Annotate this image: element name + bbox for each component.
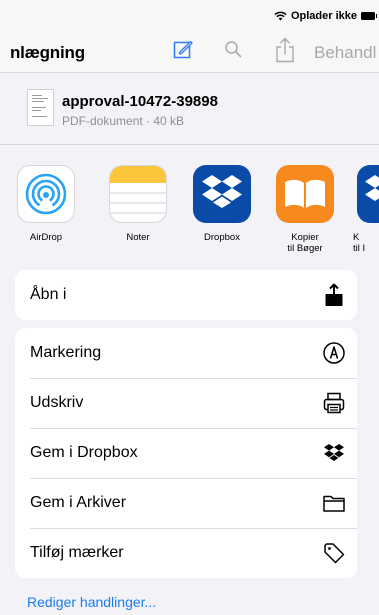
app-notes[interactable]: Noter <box>103 165 173 243</box>
action-open-in[interactable]: Åbn i <box>15 270 357 320</box>
app-dropbox[interactable]: Dropbox <box>187 165 257 243</box>
dropbox-icon <box>193 165 251 223</box>
app-row: AirDrop Noter Dropbox Kopier til Bøger K… <box>0 146 379 266</box>
notes-icon <box>109 165 167 223</box>
open-in-icon <box>325 283 343 306</box>
charging-status: Oplader ikke <box>290 10 357 22</box>
books-icon <box>276 165 334 223</box>
action-markup[interactable]: Markering <box>15 328 357 378</box>
app-label: Noter <box>126 232 150 243</box>
markup-icon <box>323 342 345 364</box>
actions-group: Markering Udskriv Gem i Dropbox Gem i Ar… <box>15 328 357 578</box>
action-label: Gem i Dropbox <box>30 444 138 461</box>
dropbox-icon <box>324 444 344 461</box>
app-label: AirDrop <box>29 232 63 243</box>
action-label: Gem i Arkiver <box>30 494 127 511</box>
action-label: Markering <box>30 344 102 361</box>
nav-action-button[interactable]: Behandl <box>314 43 376 63</box>
action-print[interactable]: Udskriv <box>15 378 357 428</box>
app-label: Kopier til Bøger <box>287 232 323 254</box>
action-save-files[interactable]: Gem i Arkiver <box>15 478 357 528</box>
action-save-dropbox[interactable]: Gem i Dropbox <box>15 428 357 478</box>
document-name: approval-10472-39898 <box>62 93 218 110</box>
edit-actions-link[interactable]: Rediger handlinger... <box>27 594 156 610</box>
search-icon[interactable] <box>224 40 242 58</box>
action-label: Åbn i <box>30 286 67 303</box>
open-in-group: Åbn i <box>15 270 357 320</box>
battery-icon <box>361 12 377 20</box>
status-indicators: Oplader ikke <box>274 10 377 22</box>
document-meta: PDF-dokument · 40 kB <box>62 114 185 128</box>
print-icon <box>323 392 345 414</box>
navigation-bar: nlægning Behandl <box>0 28 379 72</box>
status-bar: Oplader ikke <box>0 0 379 28</box>
tag-icon <box>324 543 345 564</box>
app-partial[interactable]: K til I <box>341 165 379 254</box>
app-label: K til I <box>353 232 366 254</box>
share-sheet: approval-10472-39898 PDF-dokument · 40 k… <box>0 72 379 615</box>
action-add-tags[interactable]: Tilføj mærker <box>15 528 357 578</box>
wifi-icon <box>274 11 287 21</box>
action-label: Tilføj mærker <box>30 544 124 561</box>
page-title: nlægning <box>10 43 85 62</box>
share-icon[interactable] <box>274 37 296 63</box>
airdrop-icon <box>17 165 75 223</box>
app-books[interactable]: Kopier til Bøger <box>270 165 340 254</box>
document-header: approval-10472-39898 PDF-dokument · 40 k… <box>0 73 379 145</box>
action-label: Udskriv <box>30 394 84 411</box>
folder-icon <box>323 495 345 512</box>
app-label: Dropbox <box>204 232 240 243</box>
partial-app-icon <box>357 165 379 223</box>
edit-icon[interactable] <box>173 39 193 59</box>
document-thumbnail <box>27 89 54 126</box>
app-airdrop[interactable]: AirDrop <box>11 165 81 243</box>
